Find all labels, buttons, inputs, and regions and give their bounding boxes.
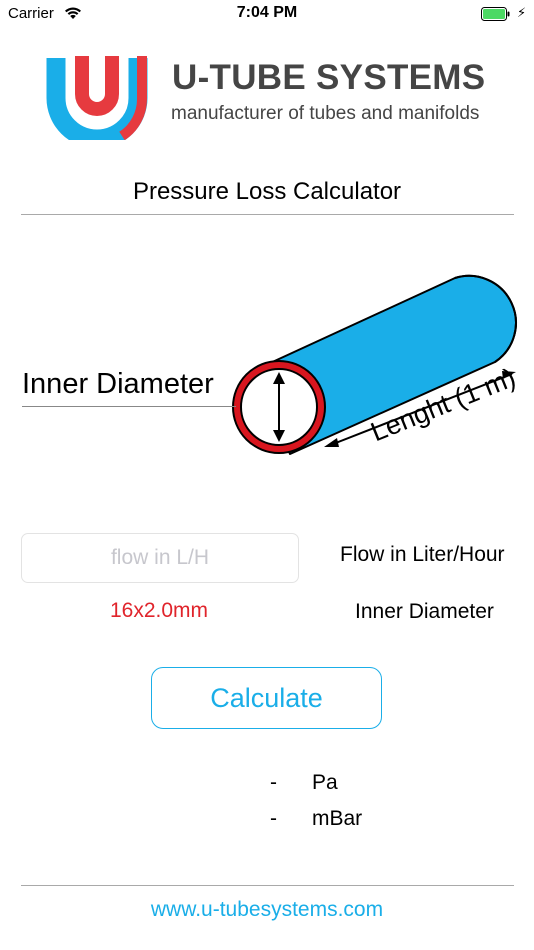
inner-diameter-label: Inner Diameter — [22, 368, 214, 400]
inner-diameter-leader-line — [22, 406, 236, 407]
flow-label: Flow in Liter/Hour — [340, 543, 505, 566]
battery-icon — [481, 7, 511, 21]
website-link[interactable]: www.u-tubesystems.com — [0, 898, 534, 922]
brand-name: U-TUBE SYSTEMS — [172, 58, 486, 97]
pa-result-value: - — [270, 771, 277, 794]
footer-divider — [21, 885, 514, 886]
clock: 7:04 PM — [236, 4, 298, 21]
page-title: Pressure Loss Calculator — [132, 178, 402, 205]
calculate-button[interactable]: Calculate — [151, 667, 382, 729]
charging-bolt-icon: ⚡ — [517, 5, 527, 20]
title-divider — [21, 214, 514, 215]
mbar-result-value: - — [270, 807, 277, 830]
pa-unit-label: Pa — [312, 771, 338, 794]
tube-size-selector[interactable]: 16x2.0mm — [110, 599, 208, 623]
inner-diameter-field-label: Inner Diameter — [355, 600, 494, 623]
status-bar: Carrier 7:04 PM ⚡ — [0, 0, 534, 30]
flow-input[interactable] — [21, 533, 299, 583]
mbar-unit-label: mBar — [312, 807, 363, 830]
brand-tagline: manufacturer of tubes and manifolds — [171, 103, 480, 124]
brand-logo-icon — [46, 52, 154, 149]
